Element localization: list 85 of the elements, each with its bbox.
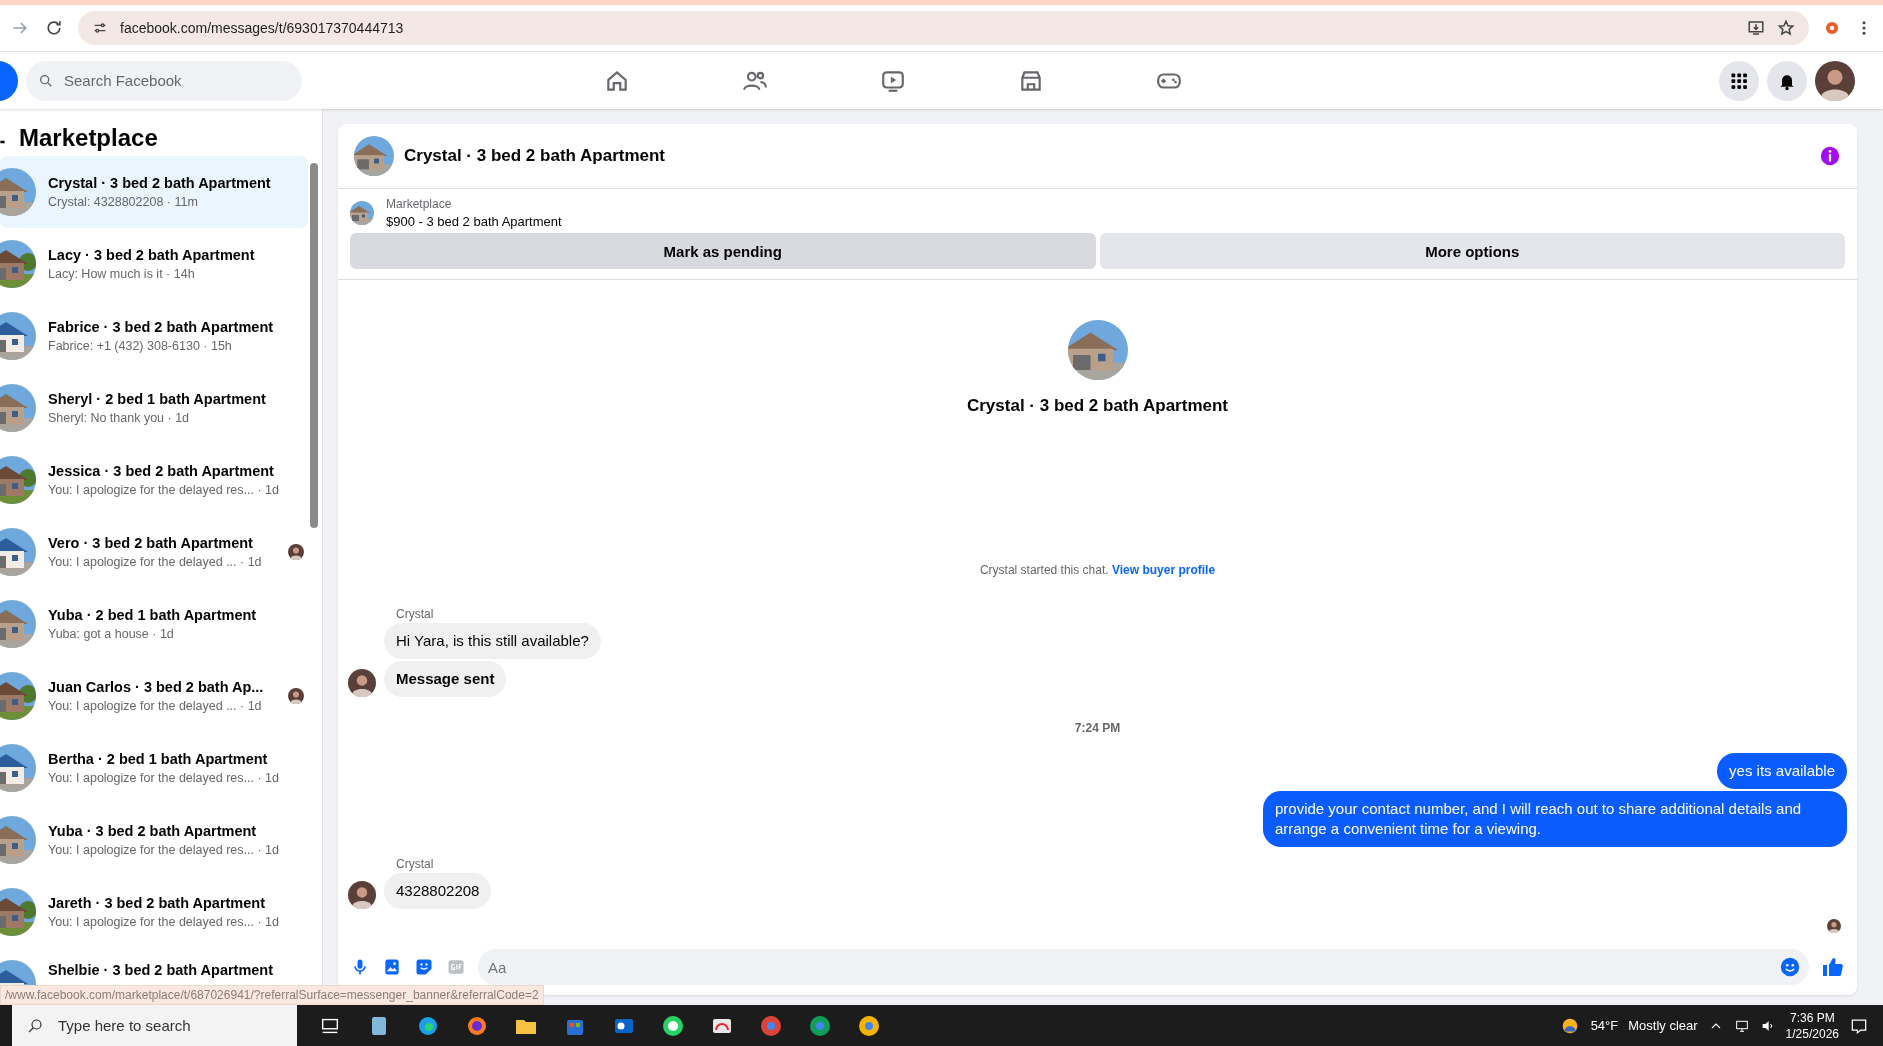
- search-icon: [38, 72, 54, 89]
- info-icon[interactable]: [1819, 145, 1841, 167]
- intro-title: Crystal · 3 bed 2 bath Apartment: [966, 396, 1228, 416]
- more-options-button[interactable]: More options: [1099, 233, 1845, 269]
- conversation-title: Juan Carlos · 3 bed 2 bath Ap...: [48, 678, 265, 697]
- listing-title[interactable]: $900 - 3 bed 2 bath Apartment: [386, 214, 562, 229]
- reload-icon[interactable]: [44, 18, 64, 38]
- star-icon[interactable]: [1777, 19, 1795, 37]
- conversation-item[interactable]: Fabrice · 3 bed 2 bath Apartment Fabrice: +1 (432) 308-6130 · 15h: [0, 300, 308, 372]
- search-placeholder: Type here to search: [58, 1017, 191, 1034]
- address-bar[interactable]: facebook.com/messages/t/693017370444713: [78, 11, 1809, 45]
- conversation-title: Jareth · 3 bed 2 bath Apartment: [48, 894, 266, 913]
- conversation-snippet: You: I apologize for the delayed res... · 1d: [48, 842, 280, 859]
- conversation-title: Shelbie · 3 bed 2 bath Apartment: [48, 961, 275, 980]
- conversation-item[interactable]: Jareth · 3 bed 2 bath Apartment You: I apologize for the delayed res... · 1d: [0, 876, 308, 948]
- conversation-title: Crystal · 3 bed 2 bath Apartment: [48, 174, 272, 193]
- browser-icon[interactable]: [856, 1013, 881, 1038]
- conversation-title: Jessica · 3 bed 2 bath Apartment: [48, 462, 275, 481]
- conversation-title: Sheryl · 2 bed 1 bath Apartment: [48, 390, 267, 409]
- conversation-item[interactable]: Juan Carlos · 3 bed 2 bath Ap... You: I apologize for the delayed ... · 1d: [0, 660, 308, 732]
- image-icon[interactable]: [382, 957, 402, 977]
- search-placeholder: Search Facebook: [64, 72, 182, 89]
- conversation-snippet: Yuba: got a house · 1d: [48, 626, 175, 643]
- menu-button[interactable]: [1719, 60, 1759, 101]
- conversation-title: Bertha · 2 bed 1 bath Apartment: [48, 750, 269, 769]
- emoji-icon[interactable]: [1779, 956, 1801, 978]
- url-text: facebook.com/messages/t/693017370444713: [120, 20, 405, 36]
- profile-button[interactable]: [1815, 60, 1855, 101]
- status-url-tooltip: /www.facebook.com/marketplace/t/687026941/?referralSurface=messenger_banner&referralCode=2: [0, 985, 544, 1005]
- conversation-title: Vero · 3 bed 2 bath Apartment: [48, 534, 254, 553]
- conversation-snippet: Crystal: 4328802208 · 11m: [48, 194, 199, 211]
- message-bubble: Message sent: [384, 661, 507, 697]
- buyer-profile-link[interactable]: View buyer profile: [1111, 563, 1216, 577]
- conversation-item[interactable]: Vero · 3 bed 2 bath Apartment You: I apologize for the delayed ... · 1d: [0, 516, 308, 588]
- sender-name: Crystal: [396, 607, 435, 621]
- conversation-snippet: Lacy: How much is it · 14h: [48, 266, 196, 283]
- temperature: 54°F: [1590, 1018, 1619, 1033]
- conversation-item[interactable]: Lacy · 3 bed 2 bath Apartment Lacy: How much is it · 14h: [0, 228, 308, 300]
- conversation-item[interactable]: Yuba · 3 bed 2 bath Apartment You: I apologize for the delayed res... · 1d: [0, 804, 308, 876]
- timestamp: 7:24 PM: [1073, 721, 1122, 735]
- search-icon: [26, 1016, 44, 1035]
- conversation-item[interactable]: Yuba · 2 bed 1 bath Apartment Yuba: got a house · 1d: [0, 588, 308, 660]
- message-input[interactable]: Aa: [478, 949, 1809, 985]
- like-icon[interactable]: [1821, 955, 1845, 979]
- conversation-snippet: Fabrice: +1 (432) 308-6130 · 15h: [48, 338, 233, 355]
- conversation-item[interactable]: Crystal · 3 bed 2 bath Apartment Crystal: 4328802208 · 11m: [0, 156, 308, 228]
- sidebar-title: Marketplace: [19, 124, 158, 152]
- conversation-snippet: You: I apologize for the delayed res... · 1d: [48, 482, 280, 499]
- chat-icon[interactable]: [660, 1013, 685, 1038]
- message-bubble: yes its available: [1717, 753, 1847, 789]
- conversation-title: Yuba · 3 bed 2 bath Apartment: [48, 822, 258, 841]
- conversation-snippet: You: I apologize for the delayed res... · 1d: [48, 770, 280, 787]
- avatar-icon: [348, 669, 376, 697]
- conversation-title: Yuba · 2 bed 1 bath Apartment: [48, 606, 258, 625]
- notifications-button[interactable]: [1767, 60, 1807, 101]
- seen-avatar-icon: [1827, 919, 1841, 933]
- browser-icon[interactable]: [758, 1013, 783, 1038]
- listing-label: Marketplace: [386, 197, 453, 211]
- chat-start-note: Crystal started this chat. View buyer profile: [978, 563, 1217, 577]
- weather-text: Mostly clear: [1628, 1018, 1698, 1033]
- extension-icon[interactable]: [1823, 19, 1841, 37]
- mark-pending-button[interactable]: Mark as pending: [350, 233, 1096, 269]
- conversation-snippet: You: I apologize for the delayed ... · 1d: [48, 554, 263, 571]
- site-info-icon[interactable]: [92, 20, 108, 36]
- conversation-title: Lacy · 3 bed 2 bath Apartment: [48, 246, 256, 265]
- chat-title: Crystal · 3 bed 2 bath Apartment: [404, 146, 667, 166]
- taskbar-search-field[interactable]: Type here to search: [12, 1005, 297, 1046]
- conversation-item[interactable]: Sheryl · 2 bed 1 bath Apartment Sheryl: No thank you · 1d: [0, 372, 308, 444]
- conversation-item[interactable]: Jessica · 3 bed 2 bath Apartment You: I apologize for the delayed res... · 1d: [0, 444, 308, 516]
- conversation-snippet: You: I apologize for the delayed res... · 1d: [48, 914, 280, 931]
- avatar-icon: [1815, 60, 1855, 101]
- clock[interactable]: 7:36 PM 1/25/2026: [1785, 1009, 1839, 1042]
- search-field[interactable]: Search Facebook: [26, 60, 302, 101]
- conversation-item[interactable]: Bertha · 2 bed 1 bath Apartment You: I apologize for the delayed res... · 1d: [0, 732, 308, 804]
- avatar-icon: [348, 881, 376, 909]
- sender-name: Crystal: [396, 857, 435, 871]
- install-icon[interactable]: [1747, 19, 1765, 37]
- conversation-snippet: Sheryl: No thank you · 1d: [48, 410, 191, 427]
- message-bubble: provide your contact number, and I will reach out to share additional details and arrange a convenient time for a viewing.: [1263, 791, 1847, 847]
- conversation-title: Fabrice · 3 bed 2 bath Apartment: [48, 318, 275, 337]
- browser-icon[interactable]: [807, 1013, 832, 1038]
- message-bubble: Hi Yara, is this still available?: [384, 623, 601, 659]
- message-bubble: 4328802208: [384, 873, 492, 909]
- sticker-icon[interactable]: [414, 957, 434, 977]
- conversation-snippet: You: I apologize for the delayed ... · 1d: [48, 698, 263, 715]
